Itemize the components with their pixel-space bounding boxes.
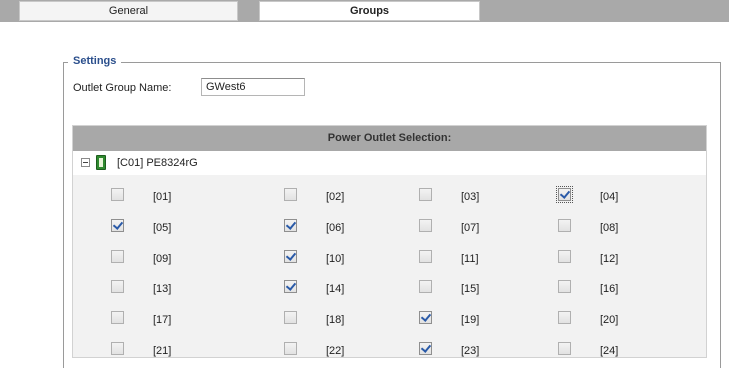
outlet-item[interactable]: [18] <box>284 311 424 329</box>
outlet-checkbox[interactable] <box>284 250 297 263</box>
outlet-label: [23] <box>461 345 480 357</box>
outlet-checkbox[interactable] <box>419 188 432 201</box>
outlet-checkbox[interactable] <box>558 280 571 293</box>
outlet-label: [04] <box>600 191 619 203</box>
outlet-item[interactable]: [08] <box>558 219 698 237</box>
outlet-label: [14] <box>326 283 345 295</box>
outlet-item[interactable]: [22] <box>284 342 424 360</box>
outlet-item[interactable]: [09] <box>111 250 251 268</box>
outlet-group-name-label: Outlet Group Name: <box>73 82 172 94</box>
outlet-checkbox[interactable] <box>558 342 571 355</box>
outlet-checkbox[interactable] <box>111 280 124 293</box>
outlet-label: [07] <box>461 222 480 234</box>
outlet-item[interactable]: [01] <box>111 188 251 206</box>
outlet-item[interactable]: [04] <box>556 186 698 206</box>
outlet-checkbox[interactable] <box>111 311 124 324</box>
outlet-item[interactable]: [14] <box>284 280 424 298</box>
outlet-item[interactable]: [05] <box>111 219 251 237</box>
outlet-item[interactable]: [19] <box>419 311 559 329</box>
outlet-checkbox[interactable] <box>419 342 432 355</box>
outlet-item[interactable]: [12] <box>558 250 698 268</box>
outlet-item[interactable]: [24] <box>558 342 698 360</box>
outlet-label: [20] <box>600 314 619 326</box>
outlet-item[interactable]: [13] <box>111 280 251 298</box>
outlet-checkbox[interactable] <box>111 219 124 232</box>
outlet-checkbox[interactable] <box>556 186 573 203</box>
outlet-group-name-input[interactable] <box>201 78 305 96</box>
outlet-item[interactable]: [07] <box>419 219 559 237</box>
outlet-checkbox[interactable] <box>558 250 571 263</box>
outlet-label: [06] <box>326 222 345 234</box>
outlet-item[interactable]: [06] <box>284 219 424 237</box>
outlet-checkbox[interactable] <box>111 342 124 355</box>
outlet-checkbox[interactable] <box>419 311 432 324</box>
outlet-label: [15] <box>461 283 480 295</box>
outlet-item[interactable]: [11] <box>419 250 559 268</box>
pdu-tree-row: [C01] PE8324rG <box>73 151 706 175</box>
tab-groups[interactable]: Groups <box>259 1 480 21</box>
collapse-icon[interactable] <box>81 158 90 167</box>
outlet-checkbox[interactable] <box>419 280 432 293</box>
outlet-checkbox[interactable] <box>419 219 432 232</box>
outlet-label: [05] <box>153 222 172 234</box>
outlet-item[interactable]: [17] <box>111 311 251 329</box>
outlet-label: [13] <box>153 283 172 295</box>
outlet-checkbox[interactable] <box>284 342 297 355</box>
outlet-item[interactable]: [20] <box>558 311 698 329</box>
outlet-checkbox[interactable] <box>111 188 124 201</box>
outlet-label: [09] <box>153 253 172 265</box>
outlet-item[interactable]: [23] <box>419 342 559 360</box>
outlet-item[interactable]: [03] <box>419 188 559 206</box>
outlet-checkbox[interactable] <box>284 188 297 201</box>
outlet-item[interactable]: [15] <box>419 280 559 298</box>
outlet-label: [11] <box>461 253 479 265</box>
power-outlet-selection-panel: Power Outlet Selection: [C01] PE8324rG [… <box>72 125 707 358</box>
outlet-checkbox[interactable] <box>284 219 297 232</box>
outlet-item[interactable]: [21] <box>111 342 251 360</box>
settings-legend: Settings <box>68 54 122 68</box>
outlet-label: [03] <box>461 191 480 203</box>
outlet-item[interactable]: [02] <box>284 188 424 206</box>
outlet-checkbox[interactable] <box>284 311 297 324</box>
outlet-label: [19] <box>461 314 480 326</box>
outlet-checkbox[interactable] <box>419 250 432 263</box>
outlet-label: [02] <box>326 191 345 203</box>
outlet-item[interactable]: [10] <box>284 250 424 268</box>
outlet-label: [12] <box>600 253 619 265</box>
outlet-label: [17] <box>153 314 172 326</box>
outlet-label: [01] <box>153 191 172 203</box>
outlet-label: [16] <box>600 283 619 295</box>
outlet-label: [24] <box>600 345 619 357</box>
outlet-label: [18] <box>326 314 345 326</box>
outlet-checkbox[interactable] <box>284 280 297 293</box>
outlet-label: [22] <box>326 345 345 357</box>
power-outlet-selection-header: Power Outlet Selection: <box>73 126 706 151</box>
outlet-checkbox[interactable] <box>558 219 571 232</box>
pdu-label: [C01] PE8324rG <box>117 157 198 169</box>
tab-general[interactable]: General <box>19 1 238 21</box>
outlet-label: [08] <box>600 222 619 234</box>
outlet-checkbox[interactable] <box>558 311 571 324</box>
tab-bar: General Groups <box>0 0 729 22</box>
outlet-label: [21] <box>153 345 172 357</box>
outlet-label: [10] <box>326 253 345 265</box>
pdu-device-icon <box>96 155 106 170</box>
outlet-item[interactable]: [16] <box>558 280 698 298</box>
outlet-checkbox[interactable] <box>111 250 124 263</box>
